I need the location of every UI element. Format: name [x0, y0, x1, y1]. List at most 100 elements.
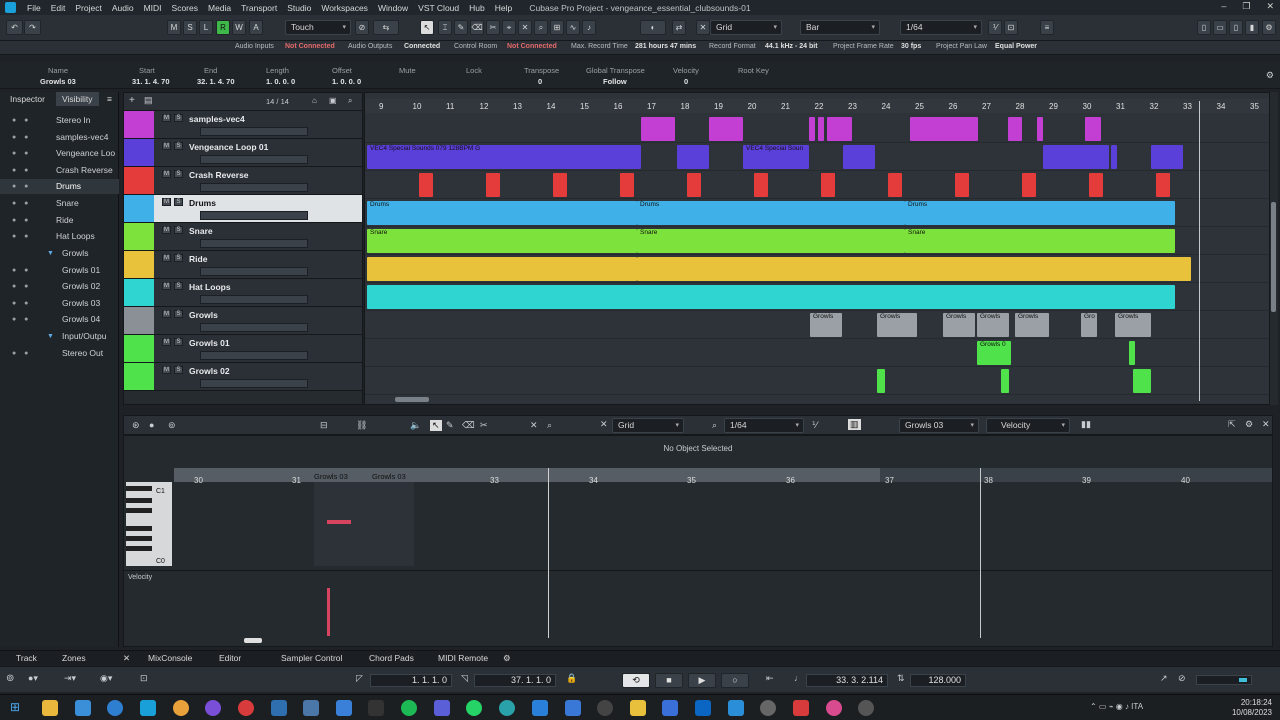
app-icon[interactable] [858, 700, 874, 716]
track-lane[interactable] [365, 255, 1269, 283]
audio-event[interactable] [1089, 173, 1103, 197]
menu-transport[interactable]: Transport [236, 3, 282, 13]
snap-toggle-icon[interactable]: ✕ [696, 20, 710, 35]
app-icon[interactable] [205, 700, 221, 716]
tab-mixconsole[interactable]: MixConsole [148, 652, 192, 665]
visibility-item[interactable]: ● ● Snare [0, 196, 119, 211]
undo-icon[interactable]: ↶ [6, 20, 23, 35]
glue-tool-icon[interactable]: ⌖ [502, 20, 516, 35]
part-event[interactable]: Growls [1115, 313, 1151, 337]
cubase-taskbar-icon[interactable] [140, 700, 156, 716]
midi-part[interactable]: Drums [367, 201, 637, 225]
audio-event[interactable] [910, 117, 978, 141]
play-button[interactable]: ▶ [688, 673, 716, 688]
visibility-item[interactable]: ● ● Drums [0, 179, 119, 194]
track-controls[interactable] [200, 211, 308, 220]
write-automation-button[interactable]: W [232, 20, 246, 35]
audio-event[interactable] [687, 173, 701, 197]
visibility-item[interactable]: ● ● Vengeance Loo [0, 146, 119, 161]
visibility-item[interactable]: ● ● Ride [0, 213, 119, 228]
menu-vst-cloud[interactable]: VST Cloud [413, 3, 464, 13]
object-select-tool-icon[interactable]: ↖ [420, 20, 434, 35]
menu-media[interactable]: Media [203, 3, 236, 13]
track-solo-button[interactable]: S [174, 338, 183, 346]
maximize-icon[interactable]: ❐ [1242, 1, 1250, 12]
windows-start-icon[interactable]: ⊞ [10, 700, 20, 714]
editor-listen-icon[interactable]: ⊚ [168, 420, 176, 431]
transport-input-icon[interactable]: ↗ [1160, 673, 1168, 684]
track-color-strip[interactable] [124, 335, 154, 362]
info-settings-icon[interactable]: ⚙ [1266, 70, 1274, 81]
track-solo-button[interactable]: S [174, 226, 183, 234]
acrobat-icon[interactable] [793, 700, 809, 716]
track-presets-icon[interactable]: ▤ [144, 95, 153, 106]
tab-inspector[interactable]: Inspector [4, 92, 51, 106]
lock-icon[interactable]: 🔒 [566, 673, 577, 684]
part-event[interactable]: Growls [1015, 313, 1049, 337]
audio-event[interactable] [367, 257, 637, 281]
record-button[interactable]: ○ [721, 673, 749, 688]
frame-rate-value[interactable]: 30 fps [901, 43, 921, 50]
audio-event[interactable] [1085, 117, 1101, 141]
track-solo-button[interactable]: S [174, 198, 183, 206]
midi-part[interactable] [877, 369, 885, 393]
info-value-velocity[interactable]: 0 [684, 77, 688, 86]
tab-midi-remote[interactable]: MIDI Remote [438, 652, 488, 665]
track-color-strip[interactable] [124, 279, 154, 306]
track-color-strip[interactable] [124, 223, 154, 250]
track-lane[interactable]: Growls Growls Growls Growls Growls Gro Growls [365, 311, 1269, 339]
editor-solo-icon[interactable]: ⊛ [132, 420, 140, 431]
mixer-icon[interactable]: ≡ [1040, 20, 1054, 35]
punch-icon[interactable]: ⇥▾ [64, 673, 76, 684]
visibility-item[interactable]: ● ● Growls 03 [0, 296, 119, 311]
tab-chord-pads[interactable]: Chord Pads [369, 652, 414, 665]
tab-track[interactable]: Track [16, 652, 37, 665]
velocity-bar[interactable] [327, 588, 330, 636]
editor-snap-type-select[interactable]: Grid [612, 418, 684, 433]
track-mute-button[interactable]: M [162, 198, 171, 206]
position-display[interactable]: 33. 3. 2.114 [806, 674, 888, 687]
erase-tool-icon[interactable]: ⌫ [470, 20, 484, 35]
horizontal-scrollbar[interactable] [395, 397, 429, 402]
color-tool-icon[interactable]: ◐ [640, 20, 666, 35]
visibility-item[interactable]: ● ● Stereo Out [0, 346, 119, 361]
linkedin-icon[interactable] [695, 700, 711, 716]
track-mute-button[interactable]: M [162, 142, 171, 150]
folder-expand-icon[interactable]: ▼ [47, 246, 54, 261]
time-warp-tool-icon[interactable]: ∿ [566, 20, 580, 35]
track-row[interactable]: M S Crash Reverse [124, 167, 362, 195]
track-lane[interactable]: Snare Snare Snare [365, 227, 1269, 255]
track-controls[interactable] [200, 239, 308, 248]
whatsapp-icon[interactable] [466, 700, 482, 716]
audio-event[interactable] [888, 173, 902, 197]
visibility-item[interactable]: ● ● samples-vec4 [0, 130, 119, 145]
audio-event[interactable] [821, 173, 835, 197]
midi-part[interactable]: Snare [905, 229, 1175, 253]
track-lane[interactable] [365, 367, 1269, 395]
info-value-transpose[interactable]: 0 [538, 77, 542, 86]
app-icon[interactable] [565, 700, 581, 716]
app-icon[interactable] [532, 700, 548, 716]
audio-event[interactable] [1043, 145, 1109, 169]
vk-icon[interactable] [303, 700, 319, 716]
tab-sampler-control[interactable]: Sampler Control [281, 652, 342, 665]
editor-close-icon[interactable]: ✕ [1262, 419, 1270, 430]
track-solo-button[interactable]: S [174, 282, 183, 290]
menu-window[interactable]: Window [373, 3, 413, 13]
midi-part[interactable]: Drums [637, 201, 905, 225]
editor-trim-tool-icon[interactable]: ✂ [480, 420, 488, 431]
menu-workspaces[interactable]: Workspaces [316, 3, 373, 13]
mute-tool-icon[interactable]: ✕ [518, 20, 532, 35]
midi-note[interactable] [327, 520, 351, 524]
quantize-icon[interactable]: ⅟ [988, 20, 1002, 35]
store-icon[interactable] [75, 700, 91, 716]
inspector-menu-icon[interactable]: ≡ [101, 92, 118, 106]
tempo-icon[interactable]: ⇅ [897, 673, 905, 684]
visibility-folder[interactable]: ▼ Input/Outpu [0, 329, 119, 344]
track-row[interactable]: M S Growls [124, 307, 362, 335]
audio-event[interactable] [843, 145, 875, 169]
stop-button[interactable]: ■ [655, 673, 683, 688]
folder-expand-icon[interactable]: ▼ [47, 329, 54, 344]
app-icon[interactable] [662, 700, 678, 716]
close-zone-icon[interactable]: ✕ [123, 652, 130, 665]
